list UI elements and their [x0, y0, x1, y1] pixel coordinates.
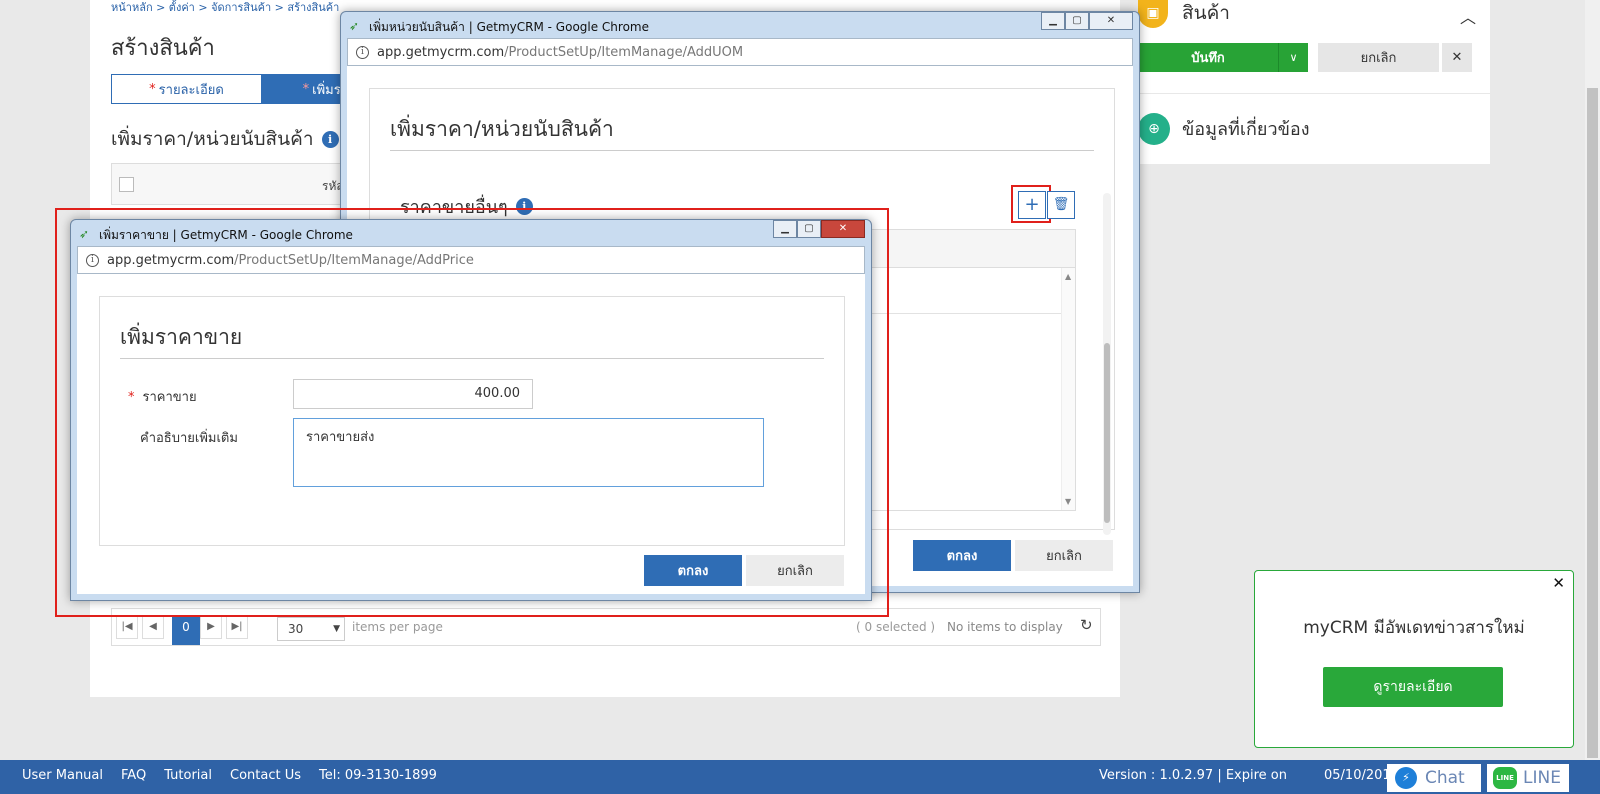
- contact-us-link[interactable]: Contact Us: [230, 768, 301, 783]
- page-scrollbar[interactable]: [1585, 0, 1600, 760]
- scroll-down-icon[interactable]: ▼: [1065, 497, 1071, 506]
- cancel-button[interactable]: ยกเลิก: [1015, 540, 1113, 571]
- page-size-value: 30: [288, 622, 304, 636]
- chevron-down-icon: ▼: [333, 624, 340, 634]
- info-icon[interactable]: i: [321, 130, 339, 148]
- highlight-box: [1011, 185, 1051, 223]
- save-button-label: บันทึก: [1191, 51, 1225, 66]
- right-panel-title: สินค้า: [1182, 2, 1230, 24]
- notification-message: myCRM มีอัพเดทข่าวสารใหม่: [1303, 618, 1525, 638]
- empty-message: No items to display: [947, 620, 1063, 634]
- divider: [1138, 93, 1490, 94]
- divider: [390, 150, 1094, 151]
- dialog-heading: เพิ่มราคา/หน่วยนับสินค้า: [390, 117, 614, 141]
- right-panel: ▣ สินค้า ︿ บันทึก ∨ ยกเลิก ✕ ⊕ ข้อมูลที่…: [1138, 0, 1490, 164]
- tab-details-label: รายละเอียด: [158, 82, 224, 98]
- footer: User Manual FAQ Tutorial Contact Us Tel:…: [0, 760, 1600, 794]
- footer-links: User Manual FAQ Tutorial Contact Us Tel:…: [22, 768, 437, 783]
- close-icon[interactable]: ✕: [1089, 12, 1133, 30]
- save-button[interactable]: บันทึก ∨: [1138, 43, 1308, 72]
- related-icon: ⊕: [1138, 113, 1170, 145]
- notification-popup: ✕ myCRM มีอัพเดทข่าวสารใหม่ ดูรายละเอียด: [1254, 570, 1574, 748]
- page-size-select[interactable]: 30 ▼: [277, 617, 345, 641]
- window-titlebar[interactable]: ➶ เพิ่มหน่วยนับสินค้า | GetmyCRM - Googl…: [341, 12, 1139, 38]
- phone-text: Tel: 09-3130-1899: [319, 768, 437, 783]
- window-controls: ▁ ▢ ✕: [1041, 12, 1133, 30]
- version-text: Version : 1.0.2.97 | Expire on: [1099, 768, 1287, 783]
- window-title: เพิ่มหน่วยนับสินค้า | GetmyCRM - Google …: [369, 20, 649, 34]
- ok-button[interactable]: ตกลง: [913, 540, 1011, 571]
- chevron-down-icon[interactable]: ∨: [1278, 43, 1308, 72]
- maximize-icon[interactable]: ▢: [1065, 12, 1089, 30]
- section-title-text: เพิ่มราคา/หน่วยนับสินค้า: [111, 128, 314, 150]
- items-per-page-label: items per page: [352, 620, 443, 634]
- line-icon: LINE: [1493, 767, 1517, 789]
- select-all-checkbox[interactable]: [119, 177, 134, 192]
- chat-button[interactable]: ⚡ Chat: [1387, 764, 1481, 792]
- first-page-icon[interactable]: |◀: [116, 615, 138, 639]
- url-path: /ProductSetUp/ItemManage/AddUOM: [504, 44, 744, 60]
- user-manual-link[interactable]: User Manual: [22, 768, 103, 783]
- delete-icon[interactable]: 🗑: [1047, 191, 1075, 219]
- scrollbar-thumb[interactable]: [1587, 88, 1598, 758]
- grid-scrollbar[interactable]: ▲ ▼: [1061, 268, 1075, 510]
- panel-scrollbar[interactable]: [1103, 193, 1111, 535]
- chat-label: Chat: [1425, 768, 1465, 788]
- current-page[interactable]: 0: [172, 615, 200, 645]
- app-logo-icon: ➶: [349, 19, 360, 33]
- highlight-box: [55, 208, 889, 617]
- line-button[interactable]: LINE LINE: [1487, 764, 1569, 792]
- scrollbar-thumb[interactable]: [1104, 343, 1110, 523]
- page-title: สร้างสินค้า: [111, 36, 215, 61]
- view-details-button[interactable]: ดูรายละเอียด: [1323, 667, 1503, 707]
- next-page-icon[interactable]: ▶: [200, 615, 222, 639]
- close-icon[interactable]: ✕: [1552, 574, 1565, 592]
- refresh-icon[interactable]: ↻: [1080, 616, 1093, 634]
- minimize-icon[interactable]: ▁: [1041, 12, 1065, 30]
- prev-page-icon[interactable]: ◀: [142, 615, 164, 639]
- faq-link[interactable]: FAQ: [121, 768, 146, 783]
- required-mark: *: [149, 81, 156, 97]
- cancel-button[interactable]: ยกเลิก: [1318, 43, 1439, 72]
- tutorial-link[interactable]: Tutorial: [164, 768, 212, 783]
- scroll-up-icon[interactable]: ▲: [1065, 272, 1071, 281]
- line-label: LINE: [1523, 768, 1561, 788]
- section-title: เพิ่มราคา/หน่วยนับสินค้า i: [111, 124, 339, 154]
- url-host: app.getmycrm.com: [377, 44, 505, 60]
- chevron-up-icon[interactable]: ︿: [1460, 4, 1476, 28]
- product-icon: ▣: [1138, 0, 1168, 28]
- last-page-icon[interactable]: ▶|: [226, 615, 248, 639]
- info-icon[interactable]: i: [356, 45, 369, 59]
- address-bar[interactable]: i app.getmycrm.com/ProductSetUp/ItemMana…: [347, 38, 1133, 66]
- tab-details[interactable]: * รายละเอียด: [112, 75, 261, 103]
- messenger-icon: ⚡: [1395, 767, 1417, 789]
- selected-count: ( 0 selected ): [856, 620, 936, 634]
- required-mark: *: [302, 81, 310, 97]
- breadcrumb[interactable]: หน้าหลัก > ตั้งค่า > จัดการสินค้า > สร้า…: [111, 0, 339, 16]
- close-icon[interactable]: ✕: [1442, 43, 1472, 72]
- related-info-title[interactable]: ข้อมูลที่เกี่ยวข้อง: [1182, 114, 1310, 143]
